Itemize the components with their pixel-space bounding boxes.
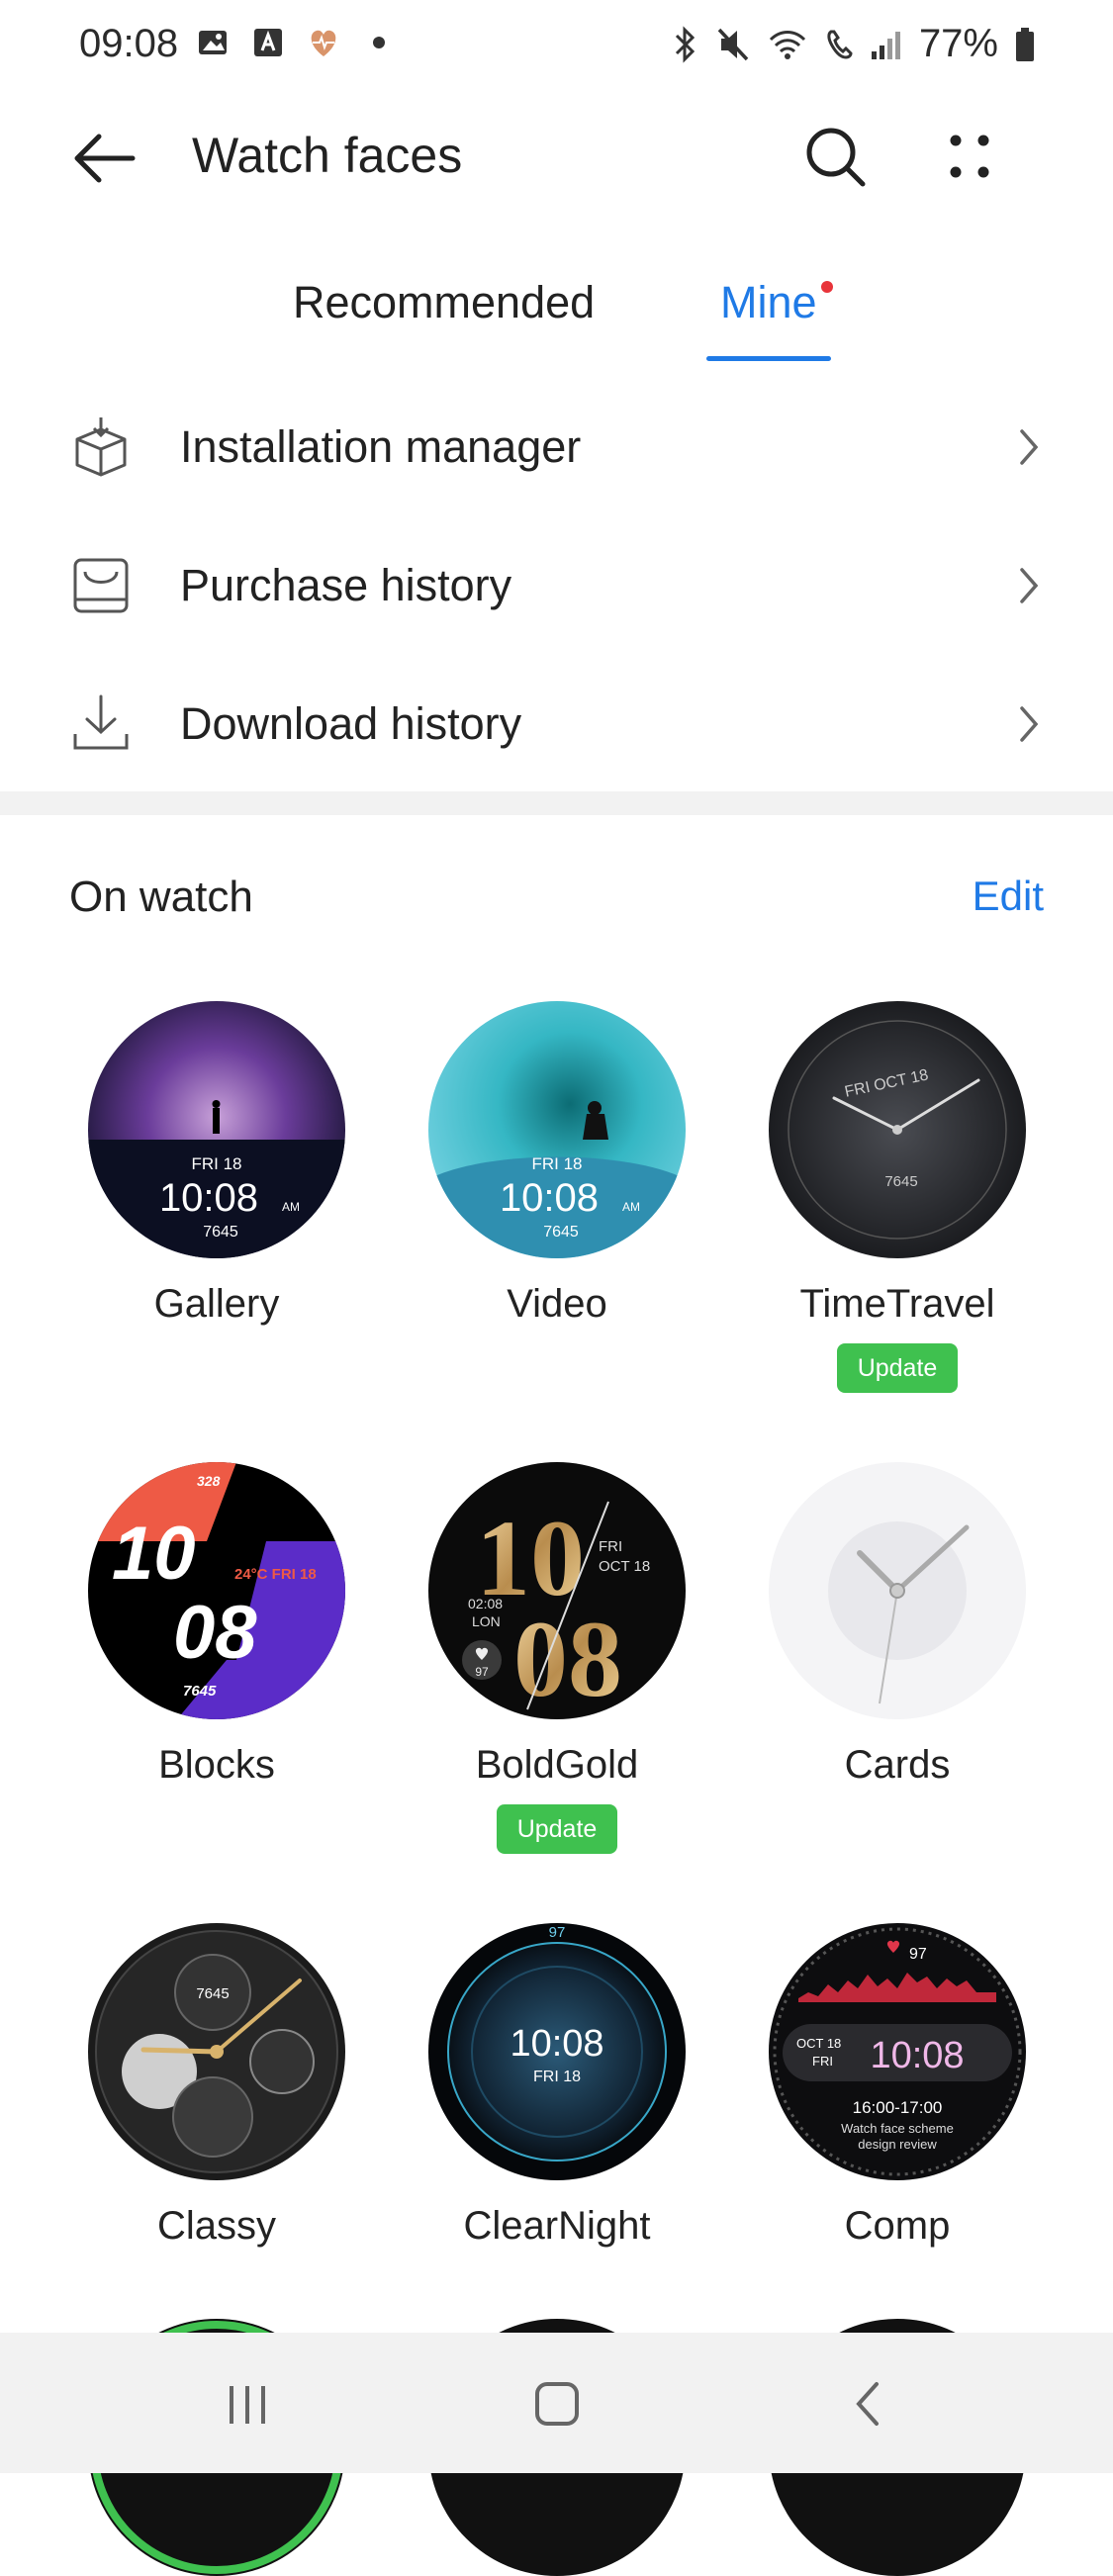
svg-text:LON: LON <box>472 1613 501 1629</box>
search-button[interactable] <box>803 125 869 190</box>
signal-icon <box>871 31 900 59</box>
svg-text:7645: 7645 <box>183 1683 217 1700</box>
dot-icon <box>362 26 396 59</box>
system-nav-bar <box>0 2333 1113 2473</box>
face-name: Classy <box>156 2204 277 2248</box>
watch-face-video[interactable]: FRI 18 10:08 AM 7645 <box>428 1001 686 1258</box>
menu-label: Installation manager <box>180 421 582 472</box>
back-button[interactable] <box>69 127 139 196</box>
svg-text:08: 08 <box>173 1591 257 1675</box>
more-options-button[interactable] <box>948 133 997 182</box>
svg-text:FRI 18: FRI 18 <box>191 1154 241 1173</box>
svg-text:02:08: 02:08 <box>468 1596 503 1611</box>
edit-button[interactable]: Edit <box>973 873 1044 920</box>
download-icon <box>73 694 129 750</box>
wifi-icon <box>769 30 805 59</box>
svg-text:16:00-17:00: 16:00-17:00 <box>853 2098 943 2117</box>
battery-icon <box>1016 27 1034 61</box>
svg-text:OCT 18: OCT 18 <box>599 1558 650 1575</box>
face-name: Video <box>507 1282 607 1326</box>
watch-face-comp[interactable]: 97 10:08 OCT 18 FRI 16:00-17:00 Watch fa… <box>769 1923 1026 2180</box>
svg-text:Watch face scheme: Watch face scheme <box>841 2121 954 2136</box>
menu-label: Download history <box>180 698 522 749</box>
mute-icon <box>717 28 749 60</box>
svg-text:328: 328 <box>197 1473 221 1489</box>
status-left-icons <box>196 26 396 59</box>
svg-text:7645: 7645 <box>884 1173 917 1190</box>
face-name: Gallery <box>153 1282 280 1326</box>
back-nav-button[interactable] <box>839 2374 898 2434</box>
face-name: BoldGold <box>475 1743 639 1787</box>
svg-text:10:08: 10:08 <box>500 1176 599 1220</box>
watch-face-blocks[interactable]: 10 08 328 24°C FRI 18 7645 <box>88 1462 345 1719</box>
package-icon <box>75 417 127 477</box>
menu-item-purchase-history[interactable]: Purchase history <box>0 516 1113 655</box>
chevron-right-icon <box>1020 568 1039 603</box>
tab-mine[interactable]: Mine <box>720 277 817 328</box>
section-title: On watch <box>69 873 253 921</box>
call-icon <box>827 30 853 59</box>
svg-text:10:08: 10:08 <box>870 2035 964 2076</box>
chevron-right-icon <box>1020 706 1039 742</box>
menu-label: Purchase history <box>180 560 512 610</box>
svg-text:24°C FRI 18: 24°C FRI 18 <box>234 1566 317 1583</box>
a-icon <box>251 26 285 59</box>
svg-text:97: 97 <box>909 1946 927 1963</box>
page-title: Watch faces <box>192 128 463 183</box>
recents-button[interactable] <box>218 2374 277 2434</box>
status-time: 09:08 <box>79 22 179 65</box>
face-name: Blocks <box>158 1743 275 1787</box>
watch-face-gallery[interactable]: FRI 18 10:08 AM 7645 <box>88 1001 345 1258</box>
svg-text:97: 97 <box>475 1665 489 1679</box>
svg-text:OCT 18: OCT 18 <box>796 2036 841 2051</box>
menu-item-installation-manager[interactable]: Installation manager <box>0 378 1113 516</box>
home-icon <box>535 2382 579 2426</box>
svg-text:AM: AM <box>622 1200 640 1214</box>
gallery-icon <box>196 26 230 59</box>
arrow-left-icon <box>74 134 136 183</box>
svg-text:10:08: 10:08 <box>510 2023 603 2065</box>
svg-text:FRI: FRI <box>599 1538 622 1555</box>
svg-text:FRI 18: FRI 18 <box>531 1154 582 1173</box>
svg-text:design review: design review <box>858 2137 937 2152</box>
svg-text:7645: 7645 <box>203 1224 238 1241</box>
recents-icon <box>230 2386 265 2424</box>
svg-text:97: 97 <box>549 1924 566 1941</box>
watch-face-cards[interactable] <box>769 1462 1026 1719</box>
watch-face-classy[interactable]: 7645 <box>88 1923 345 2180</box>
tab-badge <box>821 281 833 293</box>
home-button[interactable] <box>527 2374 587 2434</box>
watch-face-clearnight[interactable]: 97 10:08 FRI 18 <box>428 1923 686 2180</box>
more-icon <box>950 135 989 178</box>
face-name: ClearNight <box>463 2204 651 2248</box>
face-name: Comp <box>844 2204 951 2248</box>
chevron-left-icon <box>856 2382 879 2426</box>
face-name: TimeTravel <box>799 1282 995 1326</box>
section-divider <box>0 791 1113 815</box>
menu-item-download-history[interactable]: Download history <box>0 655 1113 793</box>
battery-percent: 77% <box>918 22 998 65</box>
chevron-right-icon <box>1020 429 1039 465</box>
svg-text:10:08: 10:08 <box>159 1176 258 1220</box>
tab-indicator <box>706 356 831 361</box>
bluetooth-icon <box>675 25 696 63</box>
svg-text:FRI: FRI <box>812 2054 833 2069</box>
update-button[interactable]: Update <box>497 1804 617 1854</box>
search-icon <box>806 128 866 187</box>
face-name: Cards <box>844 1743 951 1787</box>
svg-text:7645: 7645 <box>543 1224 579 1241</box>
svg-text:7645: 7645 <box>196 1985 229 2002</box>
watch-face-timetravel[interactable]: FRI OCT 18 7645 <box>769 1001 1026 1258</box>
update-button[interactable]: Update <box>837 1343 958 1393</box>
svg-text:AM: AM <box>282 1200 300 1214</box>
heart-icon <box>307 26 340 59</box>
tab-recommended[interactable]: Recommended <box>293 277 595 328</box>
svg-text:10: 10 <box>112 1512 196 1596</box>
purchase-icon <box>73 558 129 613</box>
svg-text:FRI 18: FRI 18 <box>533 2069 581 2085</box>
status-right: 77% <box>670 22 1036 66</box>
watch-face-boldgold[interactable]: 10 08 FRI OCT 18 02:08 LON 97 <box>428 1462 686 1719</box>
